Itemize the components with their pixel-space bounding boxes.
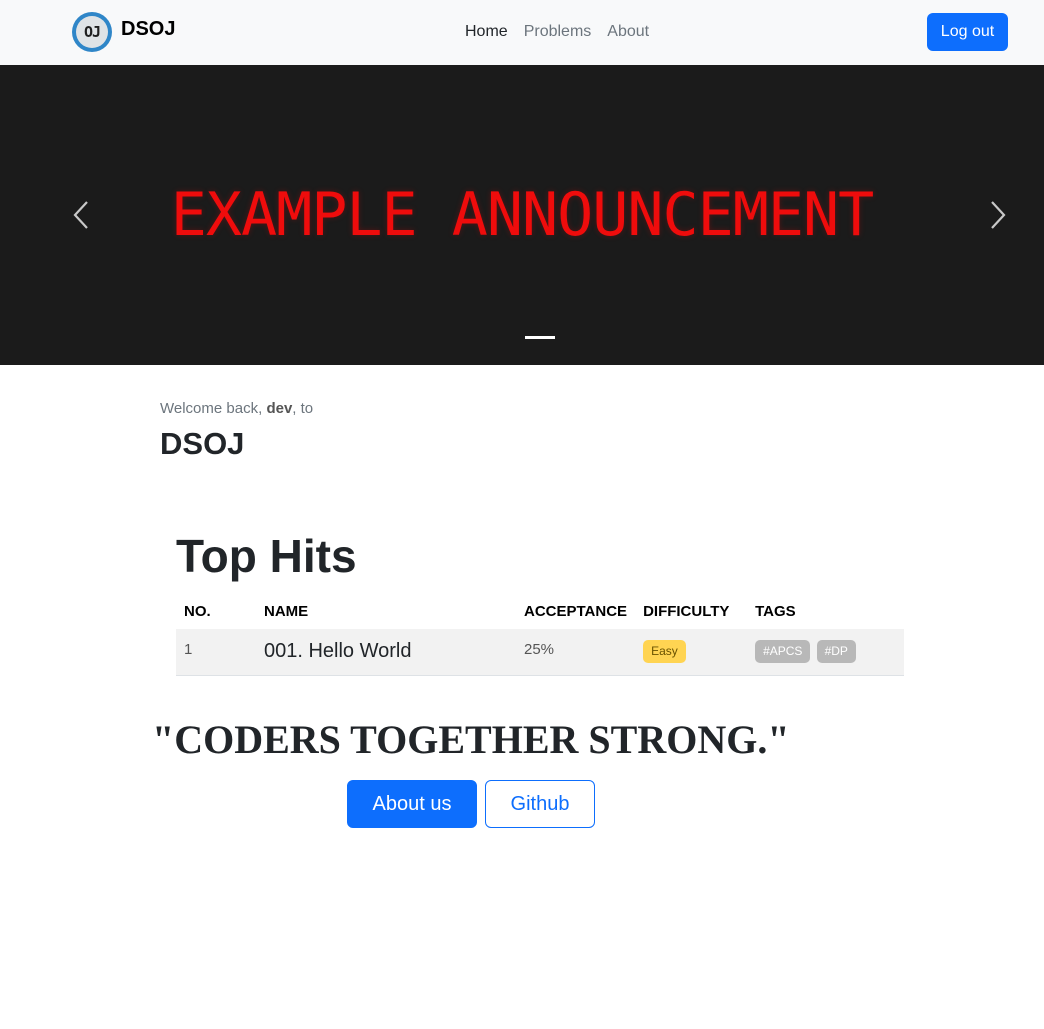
- nav-link-problems[interactable]: Problems: [524, 22, 592, 42]
- announcement-carousel: EXAMPLE ANNOUNCEMENT: [0, 65, 1044, 365]
- brand-name: DSOJ: [121, 18, 176, 40]
- table-row: 1 001. Hello World 25% Easy #APCS #DP: [176, 629, 904, 676]
- motto-quote: "CODERS TOGETHER STRONG.": [152, 717, 790, 762]
- welcome-username: dev: [266, 400, 293, 417]
- column-header-difficulty: DIFFICULTY: [643, 602, 730, 620]
- nav-links: Home Problems About: [465, 22, 665, 42]
- tag-badge-apcs[interactable]: #APCS: [755, 640, 811, 664]
- about-us-button[interactable]: About us: [347, 780, 477, 828]
- carousel-next-button[interactable]: [978, 195, 1018, 235]
- carousel-prev-button[interactable]: [61, 195, 101, 235]
- column-header-no: NO.: [184, 602, 211, 620]
- announcement-text: EXAMPLE ANNOUNCEMENT: [170, 180, 874, 250]
- column-header-name: NAME: [264, 602, 309, 620]
- table-header-row: NO. NAME ACCEPTANCE DIFFICULTY TAGS: [176, 593, 904, 629]
- welcome-message: Welcome back, dev, to: [160, 400, 313, 417]
- top-hits-title: Top Hits: [176, 530, 357, 582]
- top-hits-table: NO. NAME ACCEPTANCE DIFFICULTY TAGS 1 00…: [176, 593, 904, 676]
- brand-link[interactable]: OJ DSOJ: [72, 12, 175, 52]
- brand-logo: OJ: [72, 12, 112, 52]
- site-title: DSOJ: [160, 426, 245, 461]
- welcome-prefix: Welcome back,: [160, 400, 267, 417]
- brand-logo-text: OJ: [76, 16, 108, 48]
- row-acceptance: 25%: [516, 629, 636, 676]
- column-header-tags: TAGS: [755, 602, 796, 620]
- nav-link-home[interactable]: Home: [465, 22, 508, 42]
- navbar: OJ DSOJ Home Problems About Log out: [0, 0, 1044, 65]
- tag-badge-dp[interactable]: #DP: [816, 640, 856, 664]
- logout-button[interactable]: Log out: [927, 13, 1008, 51]
- row-tags-cell: #APCS #DP: [747, 629, 904, 676]
- welcome-suffix: , to: [292, 400, 314, 417]
- row-no: 1: [176, 629, 256, 676]
- difficulty-badge: Easy: [643, 640, 686, 664]
- problem-link[interactable]: 001. Hello World: [264, 640, 411, 662]
- carousel-indicator[interactable]: [525, 336, 555, 339]
- row-difficulty-cell: Easy: [635, 629, 748, 676]
- github-button[interactable]: Github: [485, 780, 595, 828]
- chevron-left-icon: [73, 201, 88, 229]
- row-name-cell: 001. Hello World: [256, 629, 516, 676]
- column-header-acceptance: ACCEPTANCE: [524, 602, 628, 620]
- nav-link-about[interactable]: About: [607, 22, 649, 42]
- chevron-right-icon: [991, 201, 1006, 229]
